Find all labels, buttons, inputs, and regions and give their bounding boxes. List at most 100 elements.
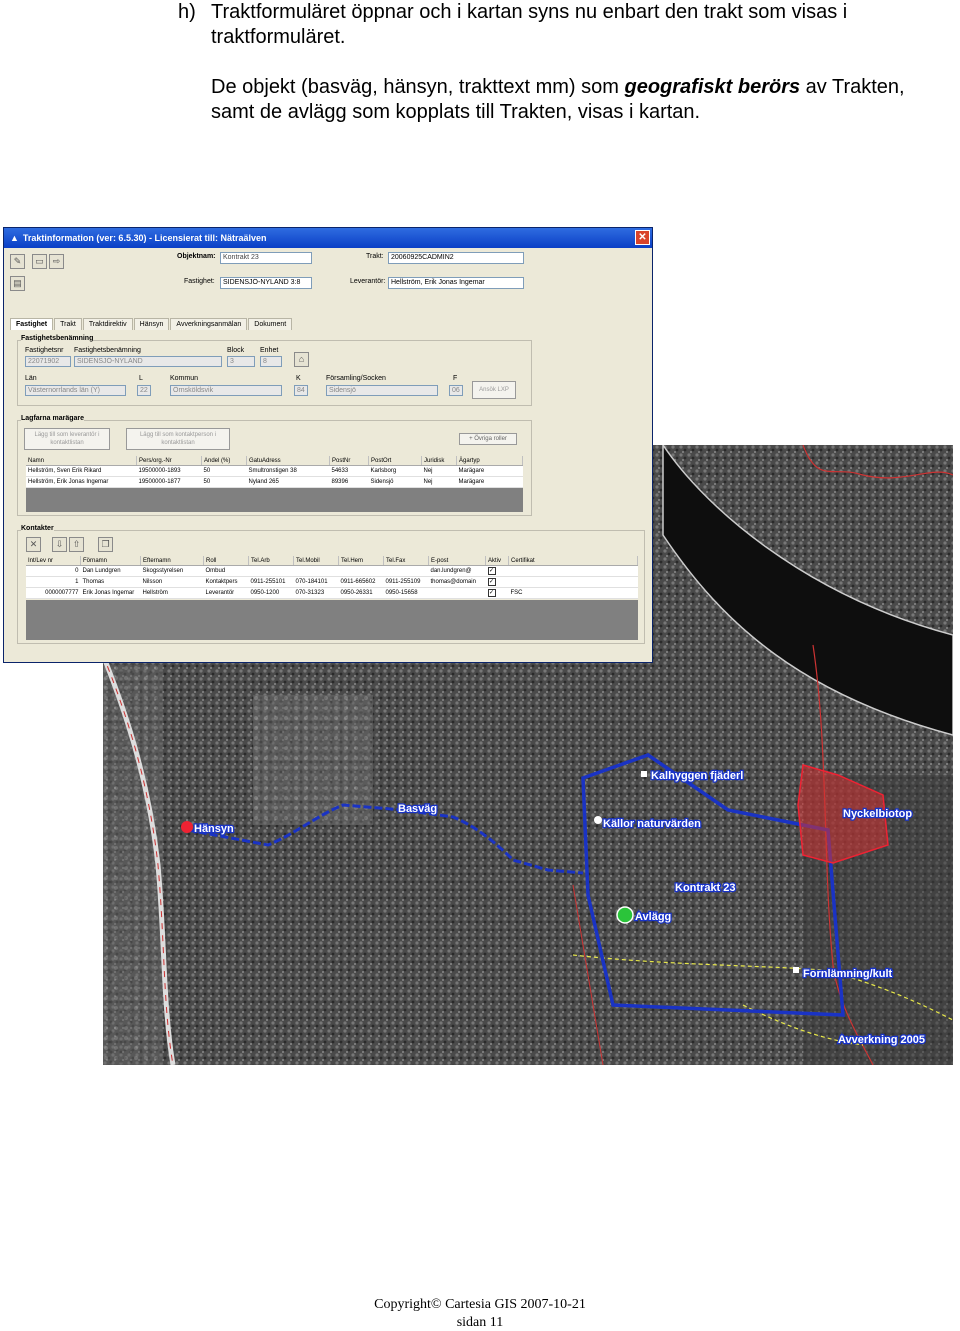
- maragare-table[interactable]: Namn Pers/org.-Nr Andel (%) GatuAdress P…: [26, 456, 523, 488]
- print-icon[interactable]: ▤: [10, 276, 25, 291]
- tab-trakt[interactable]: Trakt: [54, 318, 82, 330]
- column-header[interactable]: Roll: [203, 556, 249, 566]
- tab-avverkningsanmalan[interactable]: Avverkningsanmälan: [170, 318, 248, 330]
- window-title: Traktinformation (ver: 6.5.30) - Licensi…: [22, 233, 267, 243]
- column-header[interactable]: Förnamn: [80, 556, 141, 566]
- column-header[interactable]: Certifikat: [508, 556, 638, 566]
- block-field[interactable]: 3: [227, 356, 255, 367]
- column-header[interactable]: E-post: [428, 556, 486, 566]
- aktiv-checkbox[interactable]: ✓: [487, 589, 496, 597]
- export-icon[interactable]: ⇨: [49, 254, 64, 269]
- column-header[interactable]: Pers/org.-Nr: [136, 456, 202, 466]
- fastighetsbenamning-title: Fastighetsbenämning: [21, 335, 94, 342]
- column-header[interactable]: Juridisk: [421, 456, 457, 466]
- fastighetsbenamning-field[interactable]: SIDENSJÖ-NYLAND: [74, 356, 222, 367]
- table-row[interactable]: 0000007777 Erik Jonas Ingemar Hellström …: [26, 587, 638, 599]
- l-field[interactable]: 22: [137, 385, 151, 396]
- tab-traktdirektiv[interactable]: Traktdirektiv: [82, 318, 133, 330]
- table-cell: [338, 565, 384, 577]
- table-cell: 070-184101: [293, 576, 339, 588]
- table-cell: Nej: [421, 476, 457, 488]
- table-row[interactable]: Hellström, Erik Jonas Ingemar 19500000-1…: [26, 476, 523, 488]
- ansok-lxp-button[interactable]: Ansök LXP: [472, 381, 516, 399]
- column-header[interactable]: Ägartyp: [456, 456, 523, 466]
- traktinformation-window[interactable]: ▲ Traktinformation (ver: 6.5.30) - Licen…: [3, 227, 653, 663]
- column-header[interactable]: Tel.Mobil: [293, 556, 339, 566]
- column-header[interactable]: Efternamn: [140, 556, 204, 566]
- map-label-basvag: Basväg: [398, 803, 437, 815]
- fastighetsnr-field[interactable]: 22071902: [25, 356, 71, 367]
- column-header[interactable]: Tel.Arb: [248, 556, 294, 566]
- table-cell: Karlsborg: [368, 465, 422, 477]
- forsamling-field[interactable]: Sidensjö: [326, 385, 438, 396]
- tab-fastighet[interactable]: Fastighet: [10, 318, 54, 330]
- table-cell: [248, 565, 294, 577]
- column-header[interactable]: Aktiv: [485, 556, 509, 566]
- aktiv-checkbox[interactable]: ✓: [487, 578, 496, 586]
- table-cell: Hellström, Erik Jonas Ingemar: [26, 476, 137, 488]
- home-icon[interactable]: ⌂: [294, 352, 309, 367]
- window-titlebar[interactable]: ▲ Traktinformation (ver: 6.5.30) - Licen…: [4, 228, 652, 248]
- k-field[interactable]: 84: [294, 385, 308, 396]
- copy-icon[interactable]: ❐: [98, 537, 113, 552]
- leverantor-label: Leverantör:: [350, 278, 386, 285]
- column-header[interactable]: Int/Lev nr: [26, 556, 81, 566]
- table-cell: [508, 576, 638, 588]
- column-header[interactable]: PostNr: [329, 456, 369, 466]
- kalhygge-marker: [641, 771, 647, 777]
- tab-dokument[interactable]: Dokument: [248, 318, 293, 330]
- lagfarna-maragare-title: Lagfarna marägare: [21, 415, 85, 422]
- app-icon: ▲: [10, 233, 19, 243]
- aktiv-checkbox-cell[interactable]: ✓: [485, 576, 509, 588]
- table-cell: Marägare: [456, 465, 523, 477]
- aktiv-checkbox-cell[interactable]: ✓: [485, 587, 509, 599]
- kontakter-table[interactable]: Int/Lev nr Förnamn Efternamn Roll Tel.Ar…: [26, 556, 638, 599]
- table-cell: 0000007777: [26, 587, 81, 599]
- tab-hansyn[interactable]: Hänsyn: [133, 318, 170, 330]
- table-cell: 0: [26, 565, 81, 577]
- enhet-label: Enhet: [260, 347, 279, 354]
- table-row[interactable]: Hellström, Sven Erik Rikard 19500000-189…: [26, 465, 523, 477]
- edit-icon[interactable]: ✎: [10, 254, 25, 269]
- column-header[interactable]: Namn: [26, 456, 137, 466]
- aktiv-checkbox-cell[interactable]: ✓: [485, 565, 509, 577]
- footer-copyright: Copyright© Cartesia GIS 2007-10-21: [374, 1297, 586, 1312]
- add-as-leverantor-button[interactable]: Lägg till som leverantör i kontaktlistan: [24, 428, 110, 450]
- map-label-nyckelbiotop: Nyckelbiotop: [843, 808, 912, 820]
- f-field[interactable]: 06: [449, 385, 463, 396]
- table-cell: 50: [201, 465, 247, 477]
- paragraph-2-emphasis: geografiskt berörs: [624, 76, 801, 98]
- column-header[interactable]: Andel (%): [201, 456, 247, 466]
- ovriga-roller-button[interactable]: + Övriga roller: [459, 433, 517, 445]
- fastighetsbenamning-label: Fastighetsbenämning: [74, 347, 141, 354]
- kontakter-table-empty-area: [26, 600, 638, 640]
- move-down-icon[interactable]: ⇩: [52, 537, 67, 552]
- table-row[interactable]: 0 Dan Lundgren Skogsstyrelsen Ombud dan.…: [26, 565, 638, 577]
- column-header[interactable]: Tel.Hem: [338, 556, 384, 566]
- list-marker: h): [178, 1, 196, 23]
- column-header[interactable]: GatuAdress: [246, 456, 330, 466]
- delete-icon[interactable]: ✕: [26, 537, 41, 552]
- trakt-field[interactable]: 20060925CADMIN2: [388, 252, 524, 264]
- table-cell: [428, 587, 486, 599]
- aktiv-checkbox[interactable]: ✓: [487, 567, 496, 575]
- minimize-icon[interactable]: ▭: [32, 254, 47, 269]
- table-cell: 0911-255109: [383, 576, 429, 588]
- table-row[interactable]: 1 Thomas Nilsson Kontaktpers 0911-255101…: [26, 576, 638, 588]
- table-cell: 19500000-1877: [136, 476, 202, 488]
- table-cell: Nilsson: [140, 576, 204, 588]
- objektnamn-field[interactable]: Kontrakt 23: [220, 252, 312, 264]
- lan-field[interactable]: Västernorrlands län (Y): [25, 385, 126, 396]
- leverantor-field[interactable]: Hellström, Erik Jonas Ingemar: [388, 277, 524, 289]
- column-header[interactable]: Tel.Fax: [383, 556, 429, 566]
- close-button[interactable]: ✕: [635, 230, 650, 245]
- add-as-kontaktperson-button[interactable]: Lägg till som kontaktperson i kontaktlis…: [126, 428, 230, 450]
- avlagg-marker: [616, 906, 634, 924]
- table-cell: [383, 565, 429, 577]
- enhet-field[interactable]: 8: [260, 356, 282, 367]
- kommun-field[interactable]: Örnsköldsvik: [170, 385, 282, 396]
- fastighet-field[interactable]: SIDENSJÖ-NYLAND 3:8: [220, 277, 312, 289]
- column-header[interactable]: PostOrt: [368, 456, 422, 466]
- move-up-icon[interactable]: ⇧: [69, 537, 84, 552]
- table-cell: thomas@domain: [428, 576, 486, 588]
